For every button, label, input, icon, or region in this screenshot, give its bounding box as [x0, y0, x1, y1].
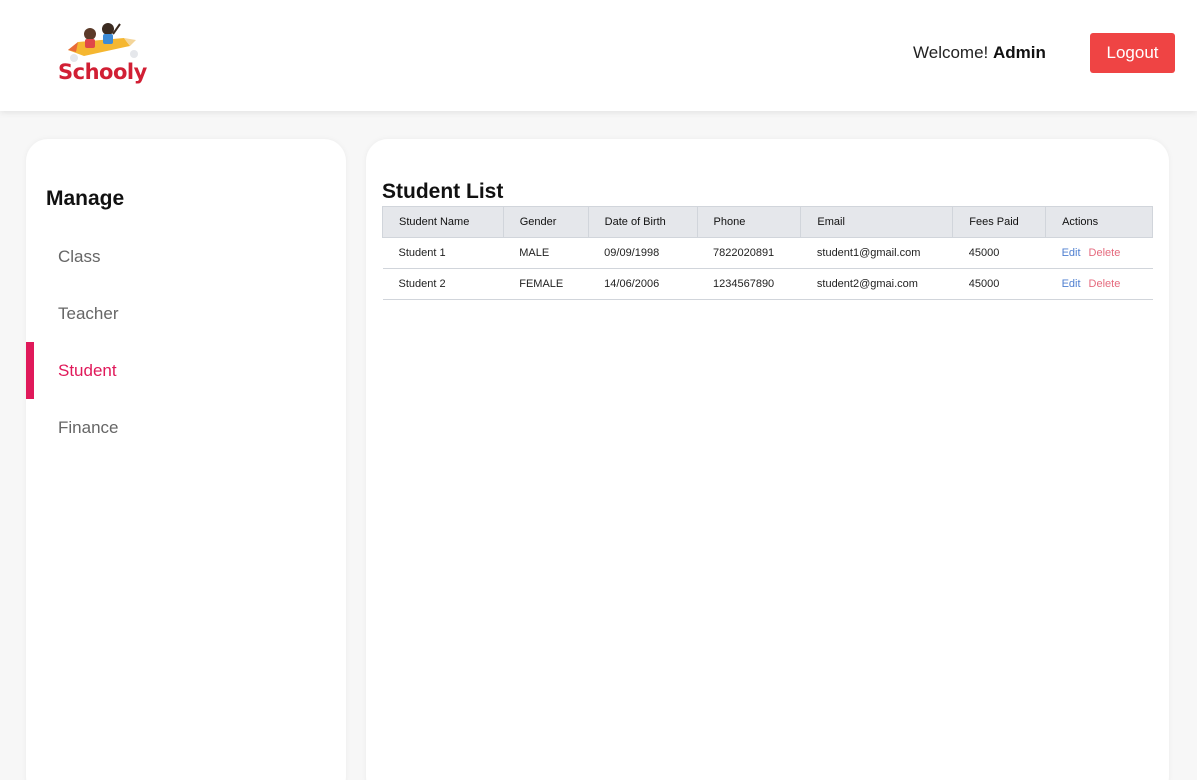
cell-actions: Edit Delete: [1045, 237, 1153, 269]
table-header-row: Student Name Gender Date of Birth Phone …: [382, 206, 1153, 238]
delete-link[interactable]: Delete: [1089, 247, 1121, 259]
cell-phone: 7822020891: [697, 237, 801, 269]
column-header-email[interactable]: Email: [800, 206, 954, 238]
sidebar-item-finance[interactable]: Finance: [26, 399, 346, 456]
cell-gender: FEMALE: [503, 268, 589, 300]
page-title: Student List: [382, 180, 504, 203]
student-table: Student Name Gender Date of Birth Phone …: [382, 206, 1153, 300]
user-name: Admin: [993, 43, 1046, 62]
cell-fees-paid: 45000: [952, 237, 1046, 269]
main-panel: Student List Student Name Gender Date of…: [366, 139, 1169, 780]
sidebar-item-class[interactable]: Class: [26, 228, 346, 285]
cell-email: student2@gmai.com: [800, 268, 953, 300]
logo-text: Schooly: [58, 60, 147, 84]
sidebar-item-student[interactable]: Student: [26, 342, 346, 399]
cell-email: student1@gmail.com: [800, 237, 953, 269]
cell-date-of-birth: 09/09/1998: [588, 237, 697, 269]
column-header-phone[interactable]: Phone: [697, 206, 802, 238]
column-header-gender[interactable]: Gender: [503, 206, 589, 238]
table-row: Student 2 FEMALE 14/06/2006 1234567890 s…: [382, 268, 1153, 300]
sidebar-item-teacher[interactable]: Teacher: [26, 285, 346, 342]
edit-link[interactable]: Edit: [1062, 278, 1081, 290]
cell-fees-paid: 45000: [952, 268, 1046, 300]
sidebar: Manage Class Teacher Student Finance: [26, 139, 346, 780]
logout-button[interactable]: Logout: [1090, 33, 1175, 73]
edit-link[interactable]: Edit: [1062, 247, 1081, 259]
sidebar-title: Manage: [46, 187, 125, 210]
delete-link[interactable]: Delete: [1089, 278, 1121, 290]
welcome-prefix: Welcome!: [913, 43, 989, 62]
cell-actions: Edit Delete: [1045, 268, 1153, 300]
column-header-actions: Actions: [1045, 206, 1153, 238]
kids-on-pencil-icon: [68, 23, 138, 62]
column-header-date-of-birth[interactable]: Date of Birth: [588, 206, 698, 238]
cell-phone: 1234567890: [697, 268, 801, 300]
cell-date-of-birth: 14/06/2006: [588, 268, 697, 300]
schooly-logo[interactable]: Schooly: [56, 20, 147, 86]
column-header-fees-paid[interactable]: Fees Paid: [952, 206, 1047, 238]
table-row: Student 1 MALE 09/09/1998 7822020891 stu…: [382, 237, 1153, 269]
cell-gender: MALE: [503, 237, 589, 269]
top-header: Schooly Welcome! Admin Logout: [0, 0, 1197, 111]
cell-student-name: Student 1: [382, 237, 504, 269]
cell-student-name: Student 2: [382, 268, 504, 300]
welcome-message: Welcome! Admin: [913, 43, 1046, 63]
column-header-student-name[interactable]: Student Name: [382, 206, 504, 238]
